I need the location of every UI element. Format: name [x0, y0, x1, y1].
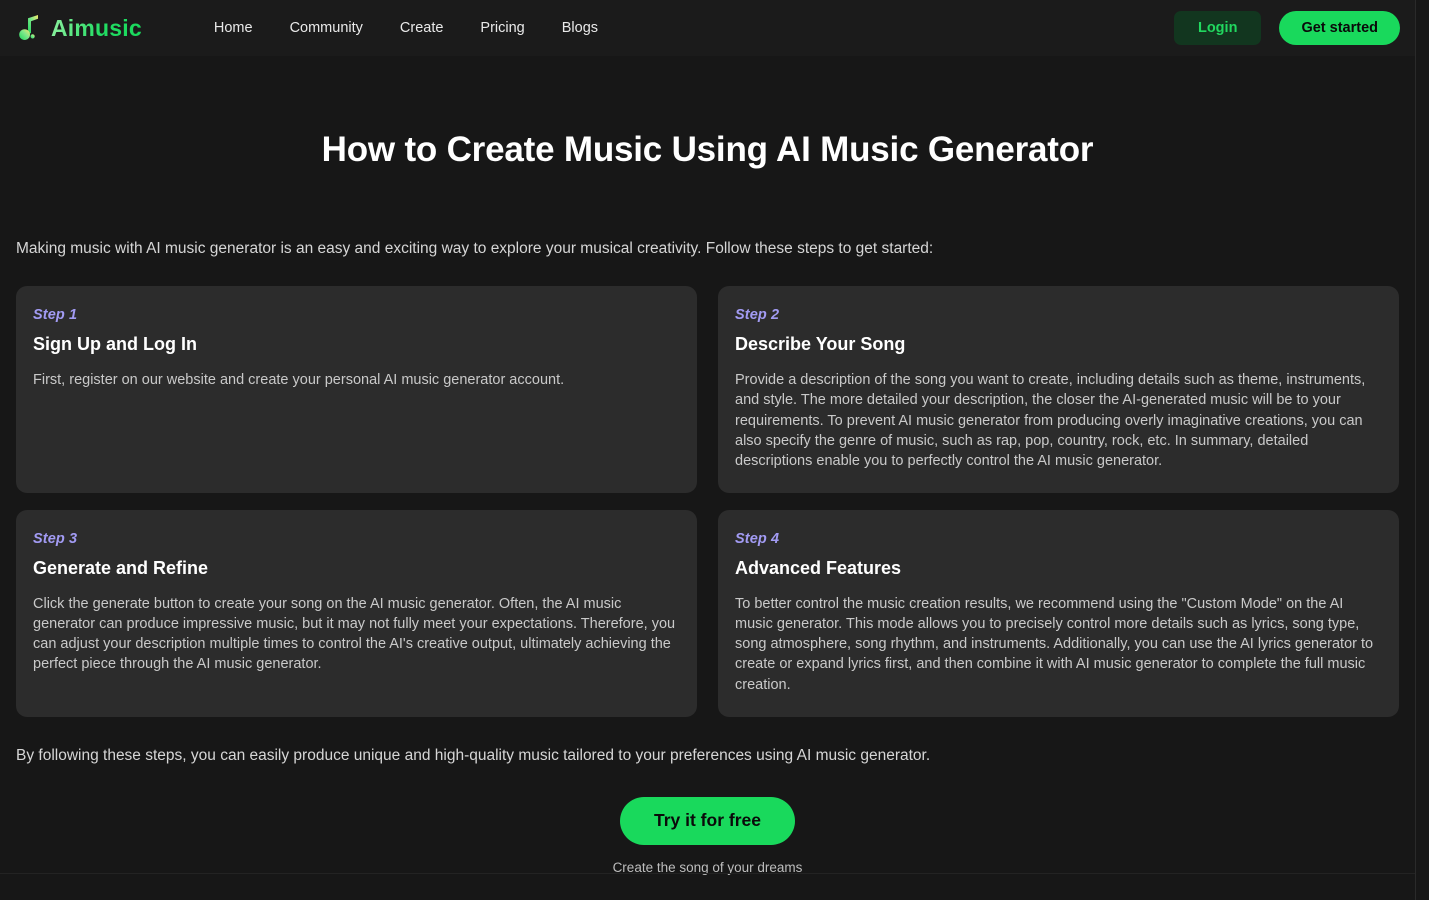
main-content: How to Create Music Using AI Music Gener…	[0, 56, 1415, 875]
steps-grid: Step 1 Sign Up and Log In First, registe…	[16, 286, 1399, 717]
primary-nav: Home Community Create Pricing Blogs	[214, 20, 598, 36]
nav-item-pricing[interactable]: Pricing	[480, 20, 524, 36]
music-note-icon	[18, 14, 44, 42]
step-card-2: Step 2 Describe Your Song Provide a desc…	[718, 286, 1399, 493]
step-card-4: Step 4 Advanced Features To better contr…	[718, 509, 1399, 717]
step-body: First, register on our website and creat…	[33, 372, 565, 389]
page-title: How to Create Music Using AI Music Gener…	[321, 130, 1094, 169]
bottom-divider	[0, 873, 1415, 874]
brand-name: Aimusic	[51, 14, 142, 41]
step-body: To better control the music creation res…	[735, 595, 1374, 693]
step-card-3: Step 3 Generate and Refine Click the gen…	[16, 509, 697, 717]
step-title: Advanced Features	[735, 557, 902, 578]
cta-section: Try it for free Create the song of your …	[16, 796, 1399, 875]
nav-item-blogs[interactable]: Blogs	[562, 20, 598, 36]
outro-paragraph: By following these steps, you can easily…	[16, 746, 931, 764]
nav-item-community[interactable]: Community	[290, 20, 363, 36]
step-label: Step 2	[735, 307, 780, 324]
login-button[interactable]: Login	[1173, 11, 1262, 45]
step-body: Provide a description of the song you wa…	[735, 372, 1366, 469]
header-actions: Login Get started	[1173, 11, 1400, 45]
page-root: Aimusic Home Community Create Pricing Bl…	[0, 0, 1429, 900]
get-started-button[interactable]: Get started	[1279, 11, 1400, 45]
step-title: Sign Up and Log In	[33, 334, 197, 355]
step-title: Describe Your Song	[735, 334, 906, 355]
step-label: Step 4	[735, 530, 780, 547]
nav-item-create[interactable]: Create	[400, 20, 444, 36]
vertical-scrollbar[interactable]	[1416, 0, 1429, 900]
site-header: Aimusic Home Community Create Pricing Bl…	[0, 0, 1415, 56]
step-label: Step 1	[33, 307, 78, 324]
intro-paragraph: Making music with AI music generator is …	[16, 240, 934, 257]
step-card-1: Step 1 Sign Up and Log In First, registe…	[16, 286, 697, 493]
nav-item-home[interactable]: Home	[214, 20, 253, 36]
try-it-for-free-button[interactable]: Try it for free	[620, 796, 795, 845]
step-body: Click the generate button to create your…	[33, 595, 676, 673]
brand-logo[interactable]: Aimusic	[18, 14, 142, 42]
step-title: Generate and Refine	[33, 557, 209, 578]
step-label: Step 3	[33, 530, 78, 547]
